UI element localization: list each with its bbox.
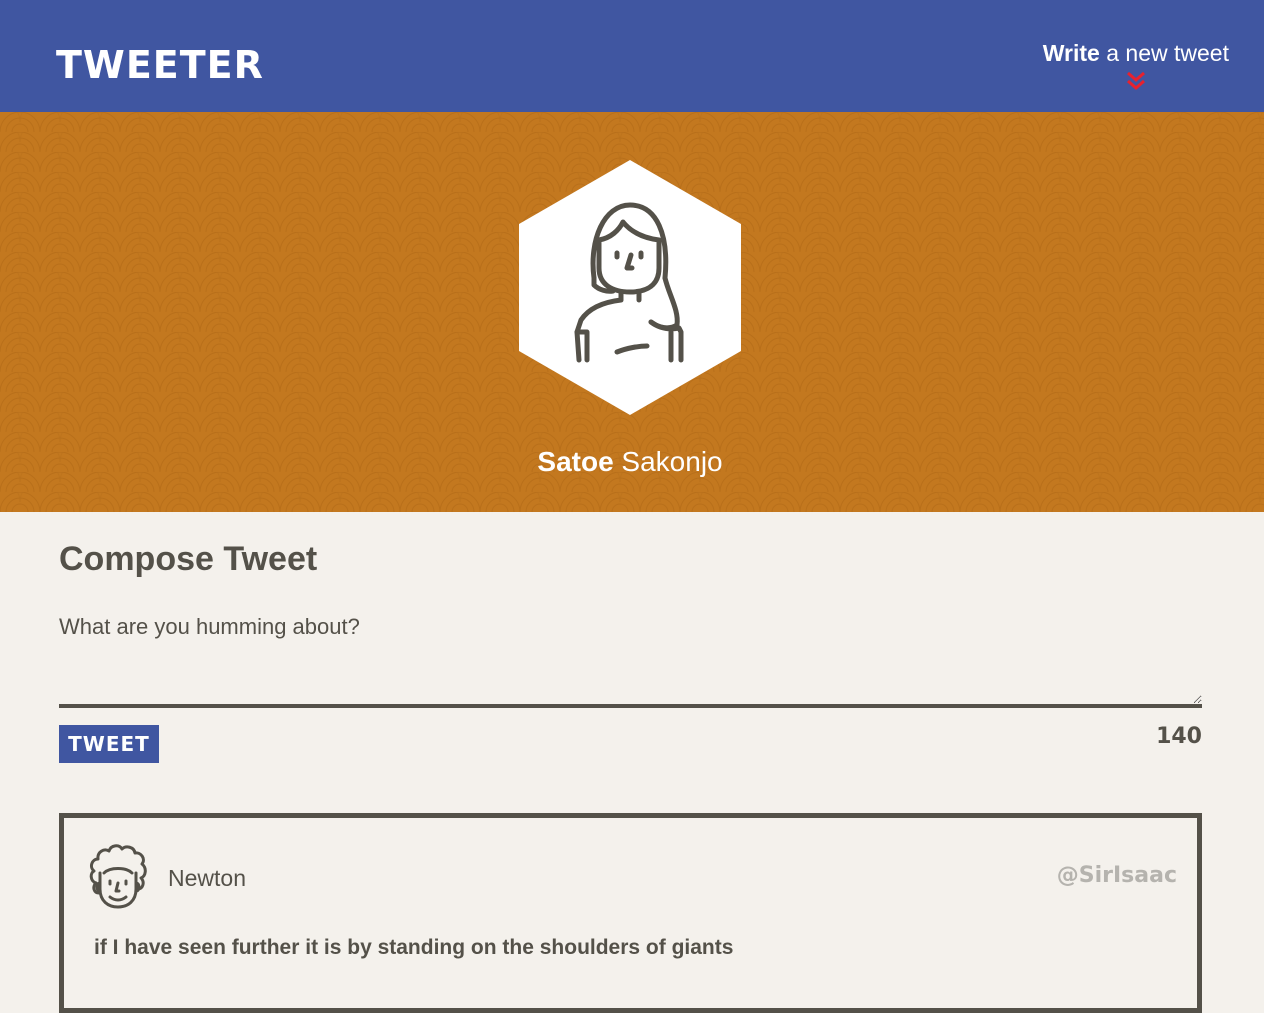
new-tweet-label: a new tweet (1099, 40, 1229, 66)
profile-header: Satoe Sakonjo (0, 112, 1264, 512)
tweet-text: if I have seen further it is by standing… (94, 936, 734, 959)
profile-last-name: Sakonjo (613, 446, 723, 477)
user-avatar-icon (89, 844, 147, 909)
write-label: Write (1042, 40, 1100, 66)
character-counter: 140 (1156, 724, 1202, 749)
profile-name: Satoe Sakonjo (0, 446, 1260, 478)
tweet-card: Newton @SirIsaac if I have seen further … (59, 813, 1202, 1013)
tweet-submit-button[interactable]: TWEET (59, 725, 159, 763)
brand-logo[interactable]: TWEETER (56, 40, 264, 90)
tweet-input[interactable] (59, 608, 1202, 708)
write-new-tweet-toggle[interactable]: Write a new tweet (1043, 40, 1229, 91)
profile-avatar (519, 160, 741, 415)
top-nav: TWEETER Write a new tweet (0, 0, 1264, 112)
double-chevron-down-icon[interactable] (1125, 71, 1147, 91)
compose-title: Compose Tweet (59, 540, 318, 578)
profile-first-name: Satoe (537, 446, 614, 477)
tweet-author-handle: @SirIsaac (1056, 863, 1177, 888)
tweet-author-name: Newton (168, 865, 246, 891)
